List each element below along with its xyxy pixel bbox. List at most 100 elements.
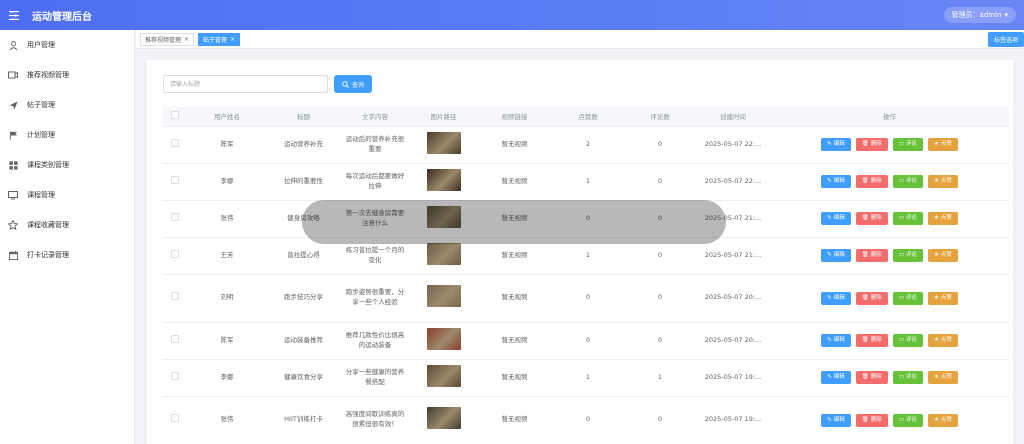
like-button[interactable]: ★ 点赞 [927, 291, 958, 305]
close-icon[interactable]: × [230, 36, 235, 43]
like-button[interactable]: ★ 点赞 [927, 371, 958, 384]
cell-user: 刘明 [187, 274, 267, 323]
row-checkbox[interactable] [171, 334, 179, 343]
column-header: 创建时间 [696, 107, 770, 127]
cell-user: 张伟 [187, 200, 267, 238]
menu-toggle-button[interactable] [0, 0, 28, 30]
like-button[interactable]: ★ 点赞 [927, 138, 958, 151]
comment-button[interactable]: ▭ 评论 [892, 138, 923, 151]
cell-user: 张伟 [187, 396, 267, 444]
search-input[interactable] [163, 75, 328, 93]
comment-icon: ▭ [898, 178, 904, 185]
cell-video: 暂无视频 [477, 396, 552, 444]
edit-button[interactable]: ✎ 编辑 [821, 138, 851, 151]
send-icon [8, 100, 18, 110]
delete-button[interactable]: 🗑 删除 [855, 175, 888, 188]
sidebar-item-users[interactable]: 用户管理 [0, 30, 134, 60]
tab-recommended-videos[interactable]: 推荐视频管理 × [140, 32, 195, 46]
delete-button[interactable]: 🗑 删除 [855, 413, 888, 427]
user-menu-button[interactable]: 管理员：admin ▾ [943, 7, 1016, 23]
column-header: 操作 [770, 107, 1009, 127]
like-button[interactable]: ★ 点赞 [927, 249, 958, 262]
grid-icon [8, 160, 18, 170]
row-actions: ✎ 编辑 🗑 删除 ▭ 评论 ★ 点赞 [772, 212, 1007, 225]
edit-button[interactable]: ✎ 编辑 [821, 334, 851, 347]
column-header: 用户姓名 [187, 107, 267, 127]
edit-button[interactable]: ✎ 编辑 [821, 249, 851, 262]
edit-button[interactable]: ✎ 编辑 [821, 212, 851, 225]
like-button[interactable]: ★ 点赞 [927, 175, 958, 188]
comment-label: 评论 [905, 178, 917, 185]
row-checkbox[interactable] [171, 212, 179, 221]
table-row: 陈军 运动营养补充 运动后的营养补充很重要 暂无视频 2 0 2025-05-07 22:.… [163, 126, 1009, 164]
comment-button[interactable]: ▭ 评论 [892, 249, 923, 262]
cell-user: 陈军 [187, 126, 267, 164]
sidebar-item-course-categories[interactable]: 课程类别管理 [0, 150, 134, 180]
sidebar-item-recommended-videos[interactable]: 推荐视频管理 [0, 60, 134, 90]
cell-comments: 0 [624, 274, 696, 323]
tab-posts[interactable]: 帖子管理 × [198, 32, 241, 46]
edit-label: 编辑 [833, 215, 845, 222]
delete-button[interactable]: 🗑 删除 [855, 371, 888, 384]
delete-button[interactable]: 🗑 删除 [855, 138, 888, 151]
sidebar-item-checkin-records[interactable]: 打卡记录管理 [0, 240, 134, 270]
sidebar-item-posts[interactable]: 帖子管理 [0, 90, 134, 120]
comment-label: 评论 [905, 416, 917, 423]
comment-label: 评论 [905, 252, 917, 259]
delete-button[interactable]: 🗑 删除 [855, 212, 888, 225]
row-checkbox[interactable] [171, 292, 179, 301]
comment-button[interactable]: ▭ 评论 [892, 175, 923, 188]
delete-button[interactable]: 🗑 删除 [855, 334, 888, 347]
edit-button[interactable]: ✎ 编辑 [821, 413, 851, 427]
edit-button[interactable]: ✎ 编辑 [821, 371, 851, 384]
edit-button[interactable]: ✎ 编辑 [821, 175, 851, 188]
star-icon: ★ [933, 252, 939, 259]
delete-button[interactable]: 🗑 删除 [855, 249, 888, 262]
sidebar-item-label: 课程类别管理 [27, 161, 69, 169]
delete-button[interactable]: 🗑 删除 [855, 291, 888, 305]
row-checkbox[interactable] [171, 175, 179, 184]
like-label: 点赞 [940, 252, 952, 259]
tab-options-button[interactable]: 标签选项 [987, 32, 1024, 47]
row-checkbox[interactable] [171, 414, 179, 423]
row-checkbox[interactable] [171, 371, 179, 380]
cell-video: 暂无视频 [477, 322, 552, 360]
column-header: 视频链接 [477, 107, 552, 127]
query-button-label: 查询 [352, 81, 365, 89]
cell-content: 推荐几款性价比很高的运动装备 [345, 330, 405, 349]
trash-icon: 🗑 [861, 294, 869, 301]
row-checkbox[interactable] [171, 249, 179, 258]
sidebar-item-plans[interactable]: 计划管理 [0, 120, 134, 150]
star-icon: ★ [933, 141, 939, 148]
sidebar-item-courses[interactable]: 课程管理 [0, 180, 134, 210]
sidebar-item-label: 课程管理 [27, 191, 55, 199]
star-icon [8, 220, 18, 230]
like-button[interactable]: ★ 点赞 [927, 413, 958, 427]
row-checkbox[interactable] [171, 138, 179, 147]
cell-user: 李娜 [187, 163, 267, 201]
cell-title: 运动营养补充 [267, 126, 340, 164]
sidebar-item-label: 计划管理 [27, 131, 55, 139]
comment-button[interactable]: ▭ 评论 [892, 212, 923, 225]
select-all-checkbox[interactable] [171, 111, 179, 120]
table-row: 陈军 运动装备推荐 推荐几款性价比很高的运动装备 暂无视频 0 0 2025-05-07 2… [163, 322, 1009, 360]
edit-label: 编辑 [833, 416, 845, 423]
query-button[interactable]: 查询 [334, 75, 373, 93]
comment-button[interactable]: ▭ 评论 [892, 371, 923, 384]
edit-button[interactable]: ✎ 编辑 [821, 291, 851, 305]
row-actions: ✎ 编辑 🗑 删除 ▭ 评论 ★ 点赞 [772, 291, 1007, 305]
star-icon: ★ [933, 294, 939, 301]
sidebar-item-course-favorites[interactable]: 课程收藏管理 [0, 210, 134, 240]
like-button[interactable]: ★ 点赞 [927, 212, 958, 225]
like-button[interactable]: ★ 点赞 [927, 334, 958, 347]
table-row: 李娜 健康饮食分享 分享一些健康的营养餐搭配 暂无视频 1 1 2025-05-07 19:… [163, 359, 1009, 397]
comment-icon: ▭ [898, 252, 904, 259]
like-label: 点赞 [940, 141, 952, 148]
close-icon[interactable]: × [184, 36, 189, 43]
comment-label: 评论 [905, 141, 917, 148]
trash-icon: 🗑 [861, 141, 869, 148]
comment-button[interactable]: ▭ 评论 [892, 291, 923, 305]
comment-button[interactable]: ▭ 评论 [892, 334, 923, 347]
comment-button[interactable]: ▭ 评论 [892, 413, 923, 427]
comment-icon: ▭ [898, 416, 904, 423]
